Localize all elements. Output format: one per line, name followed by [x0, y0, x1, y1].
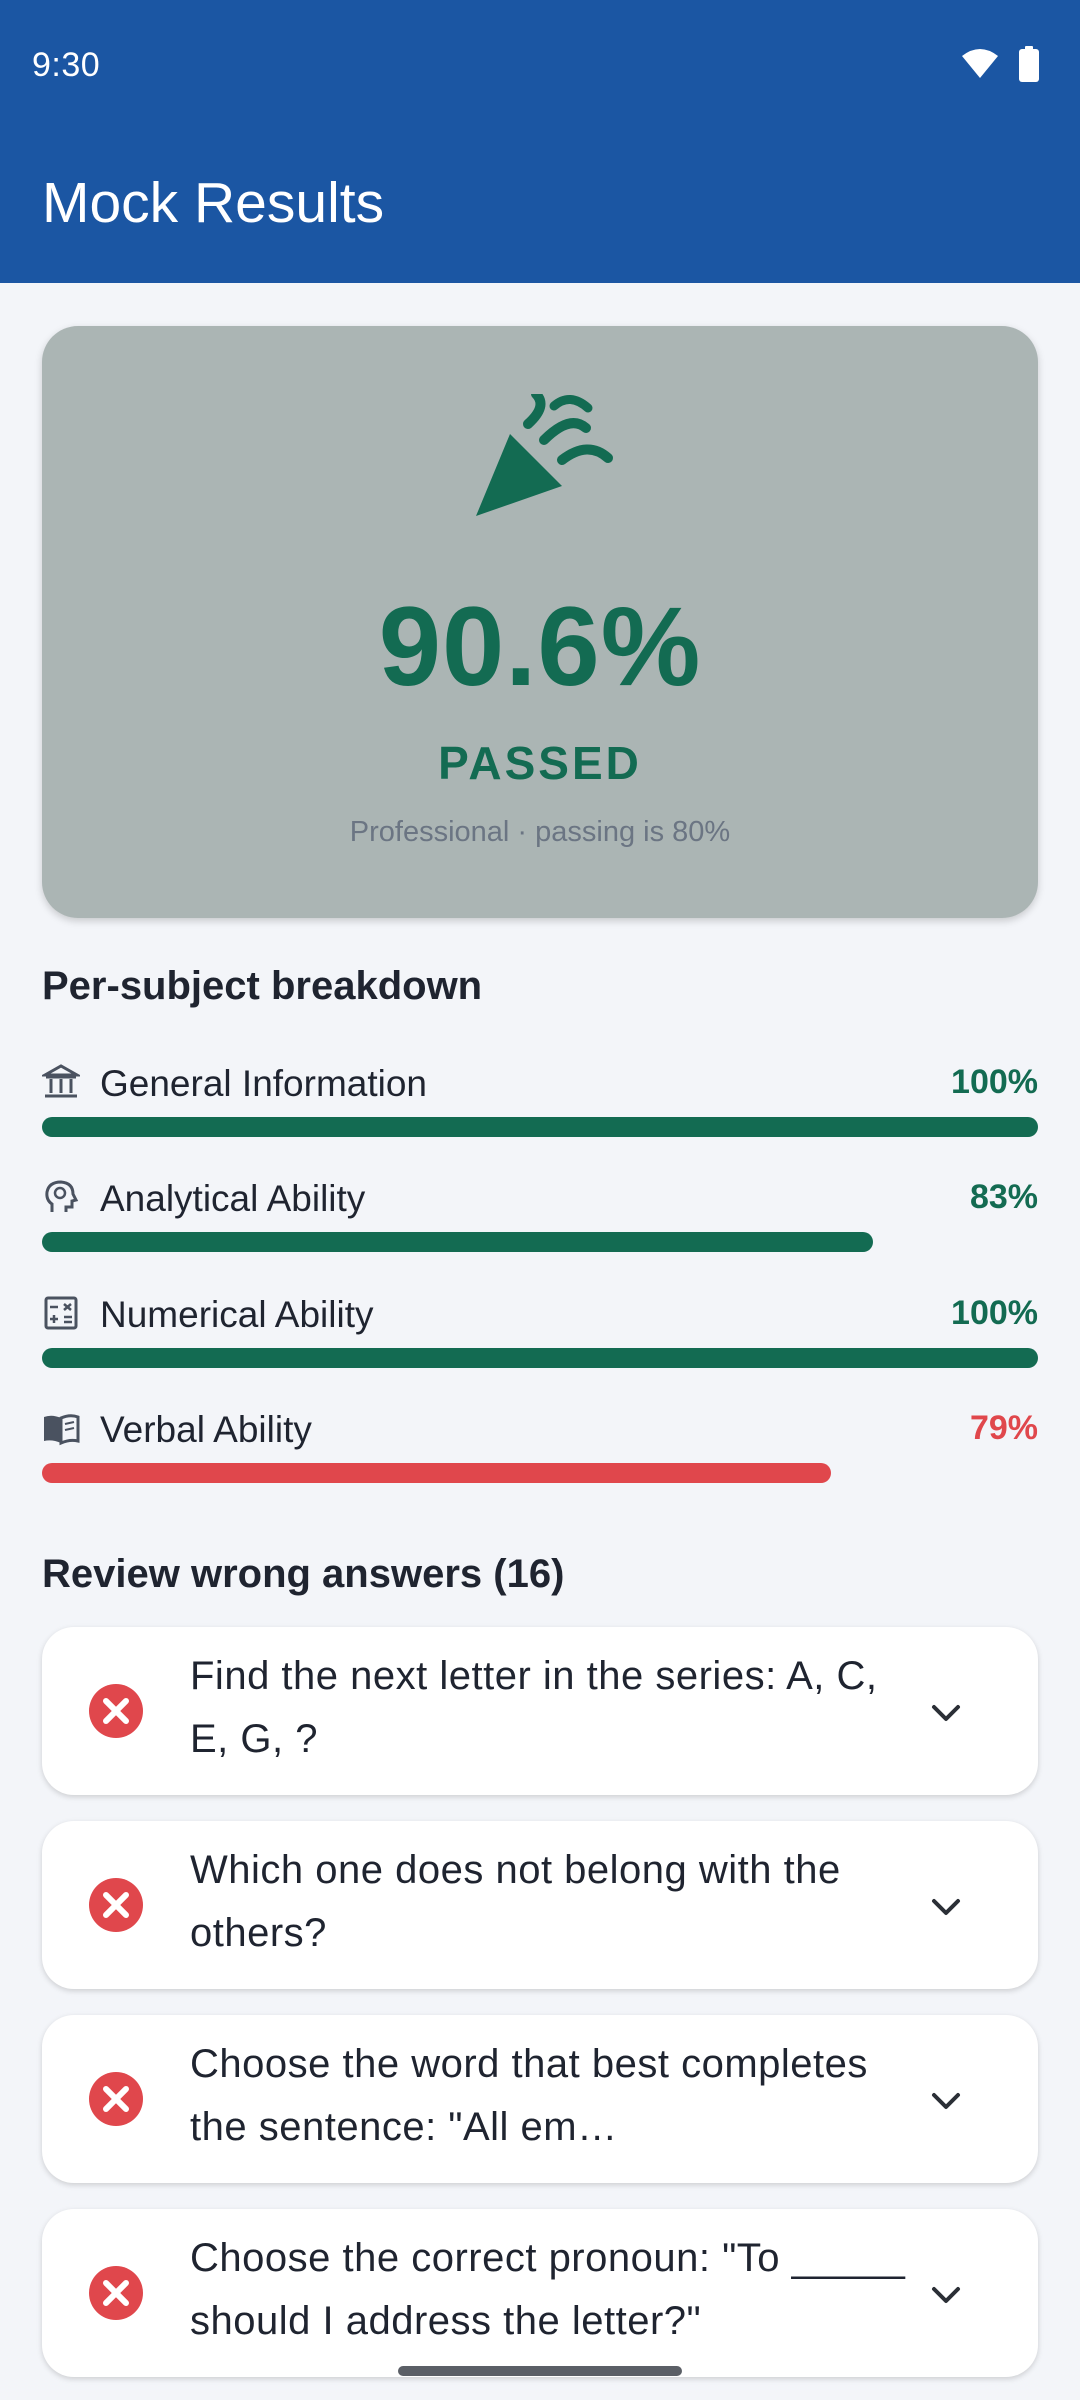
subject-label: Verbal Ability — [100, 1409, 312, 1450]
page-title: Mock Results — [42, 171, 385, 235]
progress-bar — [42, 1232, 1038, 1252]
progress-fill — [42, 1232, 873, 1252]
score-card: 90.6% PASSED Professional · passing is 8… — [42, 326, 1038, 918]
subject-row-analytical-ability: Analytical Ability 83% — [42, 1170, 1038, 1260]
wrong-answer-card[interactable]: Which one does not belong with the other… — [42, 1821, 1038, 1989]
chevron-down-icon[interactable] — [926, 2275, 966, 2315]
subject-percent: 100% — [951, 1294, 1038, 1332]
subject-row-numerical-ability: Numerical Ability 100% — [42, 1286, 1038, 1376]
wifi-icon — [962, 49, 998, 78]
status-time: 9:30 — [32, 46, 101, 84]
subject-percent: 83% — [969, 1178, 1038, 1216]
breakdown-title: Per-subject breakdown — [42, 964, 483, 1008]
chevron-down-icon[interactable] — [926, 1693, 966, 1733]
progress-bar — [42, 1117, 1038, 1137]
psychology-icon — [45, 1180, 79, 1212]
subject-label: Analytical Ability — [100, 1178, 366, 1219]
subject-row-verbal-ability: Verbal Ability 79% — [42, 1401, 1038, 1491]
wrong-answer-card[interactable]: Choose the correct pronoun: "To _____ sh… — [42, 2209, 1038, 2377]
bank-icon — [42, 1064, 80, 1098]
question-text: Find the next letter in the series: A, C… — [190, 1654, 878, 1761]
calculator-icon — [44, 1296, 78, 1330]
question-text: Which one does not belong with the other… — [190, 1848, 841, 1955]
error-icon — [89, 1684, 143, 1738]
question-text: Choose the correct pronoun: "To _____ sh… — [190, 2236, 906, 2343]
subject-percent: 79% — [969, 1409, 1038, 1447]
battery-icon — [1019, 46, 1039, 82]
subject-label: General Information — [100, 1063, 428, 1104]
subject-label: Numerical Ability — [100, 1294, 374, 1335]
error-icon — [89, 2266, 143, 2320]
gesture-nav-handle[interactable] — [398, 2366, 682, 2376]
progress-bar — [42, 1463, 1038, 1483]
question-text: Choose the word that best completes the … — [190, 2042, 868, 2149]
progress-bar — [42, 1348, 1038, 1368]
progress-fill — [42, 1117, 1038, 1137]
progress-fill — [42, 1348, 1038, 1368]
app-bar: 9:30 Mock Results — [0, 0, 1080, 283]
error-icon — [89, 2072, 143, 2126]
progress-fill — [42, 1463, 831, 1483]
chevron-down-icon[interactable] — [926, 2081, 966, 2121]
subject-percent: 100% — [951, 1063, 1038, 1101]
chevron-down-icon[interactable] — [926, 1887, 966, 1927]
subject-row-general-information: General Information 100% — [42, 1055, 1038, 1145]
score-percentage: 90.6% — [378, 584, 702, 709]
wrong-answer-card[interactable]: Choose the word that best completes the … — [42, 2015, 1038, 2183]
status-icons — [960, 46, 1040, 82]
party-popper-icon — [476, 394, 613, 516]
book-icon — [44, 1414, 80, 1446]
error-icon — [89, 1878, 143, 1932]
wrong-answer-card[interactable]: Find the next letter in the series: A, C… — [42, 1627, 1038, 1795]
review-title: Review wrong answers (16) — [42, 1552, 565, 1596]
score-subtitle: Professional · passing is 80% — [349, 816, 731, 848]
pass-status: PASSED — [438, 737, 642, 789]
